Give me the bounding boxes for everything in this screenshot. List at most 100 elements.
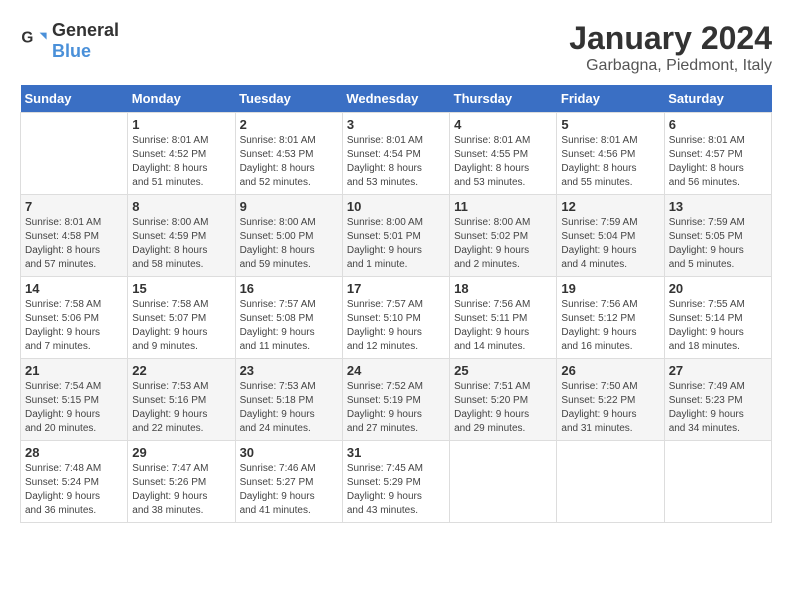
calendar-week-row: 21 Sunrise: 7:54 AM Sunset: 5:15 PM Dayli… bbox=[21, 359, 772, 441]
day-number: 8 bbox=[132, 199, 230, 214]
day-info: Sunrise: 7:59 AM Sunset: 5:04 PM Dayligh… bbox=[561, 216, 659, 272]
calendar-cell: 18 Sunrise: 7:56 AM Sunset: 5:11 PM Dayli… bbox=[450, 277, 557, 359]
calendar-cell: 6 Sunrise: 8:01 AM Sunset: 4:57 PM Daylig… bbox=[664, 113, 771, 195]
calendar-cell: 21 Sunrise: 7:54 AM Sunset: 5:15 PM Dayli… bbox=[21, 359, 128, 441]
day-info: Sunrise: 7:57 AM Sunset: 5:10 PM Dayligh… bbox=[347, 298, 445, 354]
weekday-header-row: SundayMondayTuesdayWednesdayThursdayFrid… bbox=[21, 85, 772, 113]
calendar-cell: 26 Sunrise: 7:50 AM Sunset: 5:22 PM Dayli… bbox=[557, 359, 664, 441]
day-number: 21 bbox=[25, 363, 123, 378]
day-info: Sunrise: 8:00 AM Sunset: 5:00 PM Dayligh… bbox=[240, 216, 338, 272]
calendar-cell: 23Sunrise: 7:53 AM Sunset: 5:18 PM Dayli… bbox=[235, 359, 342, 441]
day-number: 3 bbox=[347, 117, 445, 132]
calendar-table: SundayMondayTuesdayWednesdayThursdayFrid… bbox=[20, 85, 772, 523]
day-info: Sunrise: 7:57 AM Sunset: 5:08 PM Dayligh… bbox=[240, 298, 338, 354]
calendar-cell: 14 Sunrise: 7:58 AM Sunset: 5:06 PM Dayli… bbox=[21, 277, 128, 359]
day-number: 2 bbox=[240, 117, 338, 132]
day-info: Sunrise: 7:52 AM Sunset: 5:19 PM Dayligh… bbox=[347, 380, 445, 436]
day-number: 26 bbox=[561, 363, 659, 378]
calendar-cell: 11Sunrise: 8:00 AM Sunset: 5:02 PM Dayli… bbox=[450, 195, 557, 277]
calendar-cell: 5Sunrise: 8:01 AM Sunset: 4:56 PM Daylig… bbox=[557, 113, 664, 195]
weekday-header-thursday: Thursday bbox=[450, 85, 557, 113]
day-number: 22 bbox=[132, 363, 230, 378]
calendar-cell: 20 Sunrise: 7:55 AM Sunset: 5:14 PM Dayli… bbox=[664, 277, 771, 359]
calendar-cell: 4Sunrise: 8:01 AM Sunset: 4:55 PM Daylig… bbox=[450, 113, 557, 195]
day-number: 25 bbox=[454, 363, 552, 378]
calendar-cell: 22 Sunrise: 7:53 AM Sunset: 5:16 PM Dayli… bbox=[128, 359, 235, 441]
day-info: Sunrise: 7:54 AM Sunset: 5:15 PM Dayligh… bbox=[25, 380, 123, 436]
title-block: January 2024 Garbagna, Piedmont, Italy bbox=[569, 20, 772, 75]
day-number: 9 bbox=[240, 199, 338, 214]
day-number: 29 bbox=[132, 445, 230, 460]
weekday-header-sunday: Sunday bbox=[21, 85, 128, 113]
day-info: Sunrise: 7:56 AM Sunset: 5:12 PM Dayligh… bbox=[561, 298, 659, 354]
day-info: Sunrise: 8:01 AM Sunset: 4:58 PM Dayligh… bbox=[25, 216, 123, 272]
day-info: Sunrise: 8:00 AM Sunset: 5:01 PM Dayligh… bbox=[347, 216, 445, 272]
day-number: 20 bbox=[669, 281, 767, 296]
weekday-header-friday: Friday bbox=[557, 85, 664, 113]
calendar-cell: 30Sunrise: 7:46 AM Sunset: 5:27 PM Dayli… bbox=[235, 441, 342, 523]
weekday-header-monday: Monday bbox=[128, 85, 235, 113]
day-info: Sunrise: 7:55 AM Sunset: 5:14 PM Dayligh… bbox=[669, 298, 767, 354]
day-number: 5 bbox=[561, 117, 659, 132]
day-info: Sunrise: 8:00 AM Sunset: 5:02 PM Dayligh… bbox=[454, 216, 552, 272]
day-number: 18 bbox=[454, 281, 552, 296]
calendar-cell: 31 Sunrise: 7:45 AM Sunset: 5:29 PM Dayli… bbox=[342, 441, 449, 523]
weekday-header-wednesday: Wednesday bbox=[342, 85, 449, 113]
calendar-cell: 28Sunrise: 7:48 AM Sunset: 5:24 PM Dayli… bbox=[21, 441, 128, 523]
month-title: January 2024 bbox=[569, 20, 772, 57]
day-number: 16 bbox=[240, 281, 338, 296]
day-number: 7 bbox=[25, 199, 123, 214]
day-info: Sunrise: 8:01 AM Sunset: 4:55 PM Dayligh… bbox=[454, 134, 552, 190]
calendar-cell: 10 Sunrise: 8:00 AM Sunset: 5:01 PM Dayli… bbox=[342, 195, 449, 277]
calendar-cell: 1 Sunrise: 8:01 AM Sunset: 4:52 PM Daylig… bbox=[128, 113, 235, 195]
calendar-week-row: 1 Sunrise: 8:01 AM Sunset: 4:52 PM Daylig… bbox=[21, 113, 772, 195]
calendar-cell: 15 Sunrise: 7:58 AM Sunset: 5:07 PM Dayli… bbox=[128, 277, 235, 359]
day-info: Sunrise: 8:00 AM Sunset: 4:59 PM Dayligh… bbox=[132, 216, 230, 272]
day-number: 24 bbox=[347, 363, 445, 378]
day-number: 1 bbox=[132, 117, 230, 132]
day-info: Sunrise: 7:47 AM Sunset: 5:26 PM Dayligh… bbox=[132, 462, 230, 518]
day-info: Sunrise: 7:53 AM Sunset: 5:16 PM Dayligh… bbox=[132, 380, 230, 436]
calendar-cell bbox=[557, 441, 664, 523]
calendar-cell: 16 Sunrise: 7:57 AM Sunset: 5:08 PM Dayli… bbox=[235, 277, 342, 359]
calendar-cell: 27Sunrise: 7:49 AM Sunset: 5:23 PM Dayli… bbox=[664, 359, 771, 441]
day-info: Sunrise: 7:50 AM Sunset: 5:22 PM Dayligh… bbox=[561, 380, 659, 436]
day-info: Sunrise: 7:58 AM Sunset: 5:06 PM Dayligh… bbox=[25, 298, 123, 354]
weekday-header-saturday: Saturday bbox=[664, 85, 771, 113]
calendar-cell bbox=[664, 441, 771, 523]
calendar-cell: 17 Sunrise: 7:57 AM Sunset: 5:10 PM Dayli… bbox=[342, 277, 449, 359]
day-info: Sunrise: 7:45 AM Sunset: 5:29 PM Dayligh… bbox=[347, 462, 445, 518]
day-info: Sunrise: 7:59 AM Sunset: 5:05 PM Dayligh… bbox=[669, 216, 767, 272]
day-info: Sunrise: 8:01 AM Sunset: 4:57 PM Dayligh… bbox=[669, 134, 767, 190]
calendar-cell: 8 Sunrise: 8:00 AM Sunset: 4:59 PM Daylig… bbox=[128, 195, 235, 277]
logo-general-text: General bbox=[52, 20, 119, 40]
calendar-cell: 2Sunrise: 8:01 AM Sunset: 4:53 PM Daylig… bbox=[235, 113, 342, 195]
day-number: 19 bbox=[561, 281, 659, 296]
day-number: 6 bbox=[669, 117, 767, 132]
day-number: 12 bbox=[561, 199, 659, 214]
logo: G General Blue bbox=[20, 20, 119, 62]
day-number: 14 bbox=[25, 281, 123, 296]
day-number: 10 bbox=[347, 199, 445, 214]
calendar-week-row: 14 Sunrise: 7:58 AM Sunset: 5:06 PM Dayli… bbox=[21, 277, 772, 359]
calendar-week-row: 7 Sunrise: 8:01 AM Sunset: 4:58 PM Daylig… bbox=[21, 195, 772, 277]
day-number: 17 bbox=[347, 281, 445, 296]
day-info: Sunrise: 7:48 AM Sunset: 5:24 PM Dayligh… bbox=[25, 462, 123, 518]
day-info: Sunrise: 7:56 AM Sunset: 5:11 PM Dayligh… bbox=[454, 298, 552, 354]
calendar-cell: 19 Sunrise: 7:56 AM Sunset: 5:12 PM Dayli… bbox=[557, 277, 664, 359]
calendar-cell bbox=[21, 113, 128, 195]
day-number: 30 bbox=[240, 445, 338, 460]
day-number: 31 bbox=[347, 445, 445, 460]
calendar-cell: 3Sunrise: 8:01 AM Sunset: 4:54 PM Daylig… bbox=[342, 113, 449, 195]
calendar-cell bbox=[450, 441, 557, 523]
calendar-cell: 29 Sunrise: 7:47 AM Sunset: 5:26 PM Dayli… bbox=[128, 441, 235, 523]
day-number: 15 bbox=[132, 281, 230, 296]
day-info: Sunrise: 7:58 AM Sunset: 5:07 PM Dayligh… bbox=[132, 298, 230, 354]
day-info: Sunrise: 7:51 AM Sunset: 5:20 PM Dayligh… bbox=[454, 380, 552, 436]
weekday-header-tuesday: Tuesday bbox=[235, 85, 342, 113]
day-info: Sunrise: 7:53 AM Sunset: 5:18 PM Dayligh… bbox=[240, 380, 338, 436]
calendar-cell: 24 Sunrise: 7:52 AM Sunset: 5:19 PM Dayli… bbox=[342, 359, 449, 441]
calendar-cell: 9 Sunrise: 8:00 AM Sunset: 5:00 PM Daylig… bbox=[235, 195, 342, 277]
day-info: Sunrise: 8:01 AM Sunset: 4:52 PM Dayligh… bbox=[132, 134, 230, 190]
svg-text:G: G bbox=[21, 29, 33, 46]
